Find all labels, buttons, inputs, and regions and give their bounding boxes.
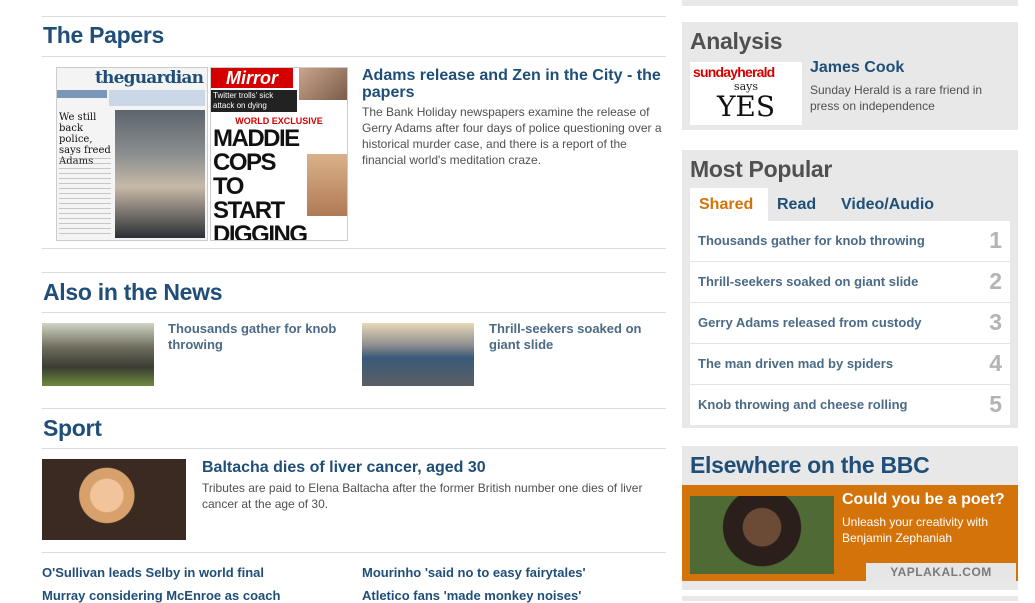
promo-box[interactable]: Could you be a poet? Unleash your creati… bbox=[682, 485, 1018, 581]
analysis-heading[interactable]: Analysis bbox=[690, 28, 783, 55]
analysis-author-link[interactable]: James Cook bbox=[810, 59, 904, 77]
rank-number: 2 bbox=[989, 268, 1002, 294]
sport-link[interactable]: O'Sullivan leads Selby in world final bbox=[42, 565, 264, 580]
divider bbox=[42, 448, 666, 449]
masthead-part-a: sunday bbox=[693, 64, 738, 80]
papers-image[interactable]: theguardian We still back police, says f… bbox=[56, 67, 348, 241]
mirror-photo bbox=[299, 68, 347, 100]
list-item[interactable]: Knob throwing and cheese rolling 5 bbox=[690, 385, 1010, 425]
rank-number: 3 bbox=[989, 309, 1002, 335]
bottom-panel-edge bbox=[682, 596, 1018, 601]
guardian-front-page: theguardian We still back police, says f… bbox=[56, 67, 208, 241]
divider bbox=[42, 312, 666, 313]
mirror-headline: MADDIE COPS TO START DIGGING UP RESORT bbox=[213, 125, 308, 241]
popular-link[interactable]: Thousands gather for knob throwing bbox=[698, 233, 925, 248]
also-item-knob-link[interactable]: Thousands gather for knob throwing bbox=[168, 321, 348, 353]
guardian-masthead: theguardian bbox=[95, 68, 204, 88]
mirror-masthead: Mirror bbox=[211, 68, 293, 88]
sport-lead-link[interactable]: Baltacha dies of liver cancer, aged 30 bbox=[202, 459, 662, 476]
popular-link[interactable]: The man driven mad by spiders bbox=[698, 356, 893, 371]
most-popular-heading: Most Popular bbox=[690, 156, 833, 182]
list-item[interactable]: Thousands gather for knob throwing 1 bbox=[690, 221, 1010, 262]
baltacha-photo[interactable] bbox=[42, 459, 186, 540]
popular-link[interactable]: Thrill-seekers soaked on giant slide bbox=[698, 274, 918, 289]
tab-read[interactable]: Read bbox=[777, 188, 816, 221]
papers-lead-link[interactable]: Adams release and Zen in the City - the … bbox=[362, 67, 662, 101]
also-item-slide-link[interactable]: Thrill-seekers soaked on giant slide bbox=[489, 321, 664, 353]
masthead-part-b: herald bbox=[737, 64, 775, 80]
guardian-strip bbox=[57, 90, 107, 98]
divider bbox=[42, 56, 666, 57]
benjamin-zephaniah-photo[interactable] bbox=[690, 496, 834, 574]
guardian-photo bbox=[115, 110, 205, 238]
rank-number: 1 bbox=[989, 227, 1002, 253]
analysis-summary: Sunday Herald is a rare friend in press … bbox=[810, 83, 983, 113]
divider bbox=[42, 408, 666, 409]
knob-throwing-thumbnail[interactable] bbox=[42, 323, 154, 386]
divider bbox=[42, 16, 666, 17]
divider bbox=[42, 552, 666, 553]
popular-link[interactable]: Gerry Adams released from custody bbox=[698, 315, 922, 330]
divider bbox=[42, 248, 666, 249]
sunday-herald-masthead: sundayherald bbox=[693, 64, 775, 80]
list-item[interactable]: Thrill-seekers soaked on giant slide 2 bbox=[690, 262, 1010, 303]
mirror-girl-photo bbox=[307, 154, 347, 216]
watermark: YAPLAKAL.COM bbox=[866, 563, 1016, 581]
also-heading[interactable]: Also in the News bbox=[43, 279, 223, 306]
rank-number: 5 bbox=[989, 391, 1002, 417]
most-popular-list: Thousands gather for knob throwing 1 Thr… bbox=[690, 221, 1010, 425]
tab-shared[interactable]: Shared bbox=[690, 188, 768, 221]
guardian-strip-2 bbox=[109, 90, 205, 106]
sport-lead-summary: Tributes are paid to Elena Baltacha afte… bbox=[202, 481, 643, 511]
sunday-herald-image[interactable]: sundayherald says YES bbox=[690, 62, 802, 125]
guardian-body-text bbox=[59, 158, 111, 234]
popular-link[interactable]: Knob throwing and cheese rolling bbox=[698, 397, 907, 412]
divider bbox=[42, 272, 666, 273]
promo-title-link[interactable]: Could you be a poet? bbox=[842, 491, 1005, 509]
papers-lead-summary: The Bank Holiday newspapers examine the … bbox=[362, 105, 662, 167]
list-item[interactable]: Gerry Adams released from custody 3 bbox=[690, 303, 1010, 344]
giant-slide-thumbnail[interactable] bbox=[362, 323, 474, 386]
mirror-front-page: Mirror Twitter trolls' sick attack on dy… bbox=[210, 67, 348, 241]
yes-text: YES bbox=[716, 90, 776, 123]
list-item[interactable]: The man driven mad by spiders 4 bbox=[690, 344, 1010, 385]
mirror-strap: Twitter trolls' sick attack on dying Ste… bbox=[211, 90, 297, 120]
rank-number: 4 bbox=[989, 350, 1002, 376]
papers-heading[interactable]: The Papers bbox=[43, 22, 164, 49]
top-panel-edge bbox=[682, 0, 1018, 6]
promo-summary: Unleash your creativity with Benjamin Ze… bbox=[842, 515, 989, 545]
sport-heading[interactable]: Sport bbox=[43, 415, 102, 442]
tab-video-audio[interactable]: Video/Audio bbox=[841, 188, 934, 221]
sport-link[interactable]: Mourinho 'said no to easy fairytales' bbox=[362, 565, 586, 580]
elsewhere-heading[interactable]: Elsewhere on the BBC bbox=[690, 452, 930, 479]
